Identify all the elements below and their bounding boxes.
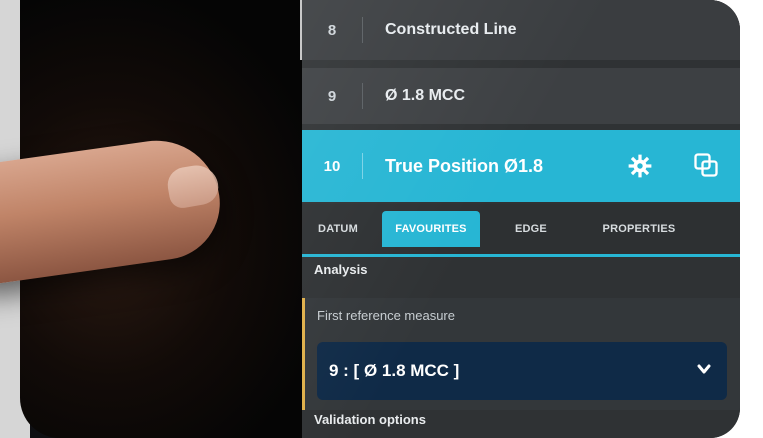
section-title-validation: Validation options xyxy=(314,412,426,427)
list-item[interactable]: 8 Constructed Line xyxy=(302,0,740,60)
item-number: 9 xyxy=(327,87,337,105)
list-item-selected[interactable]: 10 True Position Ø1.8 xyxy=(302,130,740,202)
divider xyxy=(362,17,363,43)
tab-datum[interactable]: DATUM xyxy=(302,211,374,247)
reference-measure-field: First reference measure 9 : [ Ø 1.8 MCC … xyxy=(302,298,740,410)
tab-edge[interactable]: EDGE xyxy=(486,211,576,247)
divider xyxy=(362,83,363,109)
section-title-analysis: Analysis xyxy=(314,262,368,277)
chevron-down-icon xyxy=(697,364,711,374)
tab-properties[interactable]: PROPERTIES xyxy=(584,211,694,247)
field-label: First reference measure xyxy=(317,308,455,323)
photo: 8 Constructed Line 9 Ø 1.8 MCC 10 True P… xyxy=(0,0,740,438)
item-number: 10 xyxy=(323,157,341,175)
tablet-screen: 8 Constructed Line 9 Ø 1.8 MCC 10 True P… xyxy=(302,0,740,438)
copy-icon[interactable] xyxy=(692,151,720,179)
reference-measure-select[interactable]: 9 : [ Ø 1.8 MCC ] xyxy=(317,342,727,400)
select-value: 9 : [ Ø 1.8 MCC ] xyxy=(329,361,460,380)
item-number: 8 xyxy=(327,21,337,39)
list-item[interactable]: 9 Ø 1.8 MCC xyxy=(302,68,740,124)
tab-favourites[interactable]: FAVOURITES xyxy=(382,211,480,247)
item-label: True Position Ø1.8 xyxy=(385,155,544,176)
tab-bar: DATUM FAVOURITES EDGE PROPERTIES xyxy=(302,204,740,257)
item-label: Ø 1.8 MCC xyxy=(385,87,466,104)
item-label: Constructed Line xyxy=(385,21,517,38)
divider xyxy=(362,153,363,179)
gear-icon[interactable] xyxy=(627,153,653,179)
